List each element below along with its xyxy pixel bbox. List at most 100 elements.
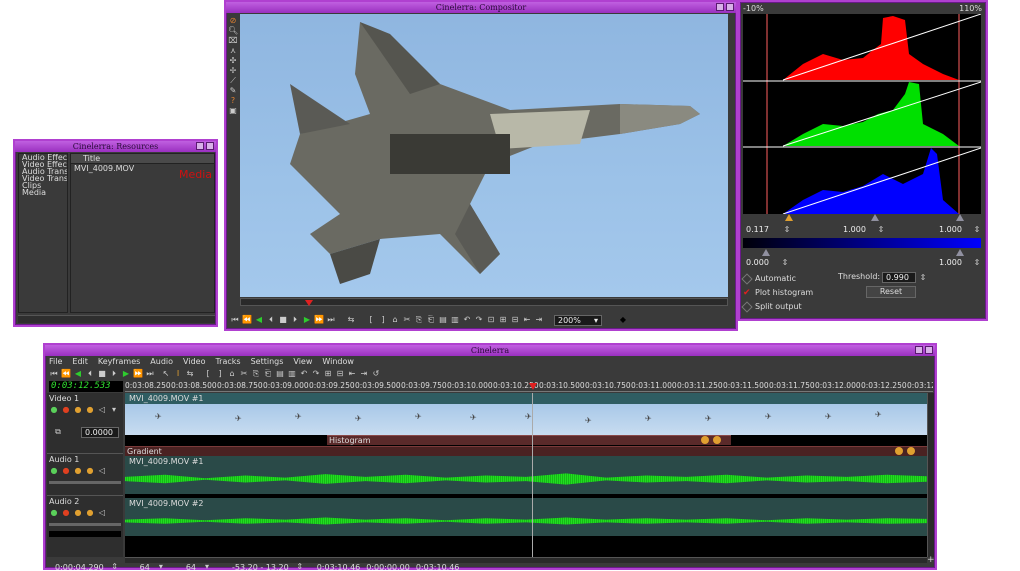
frame-back-icon[interactable]: ⏴ [266,315,276,325]
fade-field[interactable]: 0.0000 [81,427,119,438]
effect-search-icon[interactable] [895,447,903,455]
camera-icon[interactable]: ✣ [228,56,238,66]
playhead-marker-icon[interactable] [529,383,537,390]
output-max-field[interactable]: 1.000 [936,258,970,269]
fast-forward-icon[interactable]: ⏩ [133,369,143,379]
mode-icon[interactable]: ⧉ [53,427,63,437]
jump-end-icon[interactable]: ⏭ [326,315,336,325]
close-button[interactable] [726,3,734,11]
zoom-select[interactable]: 200% ▾ [554,314,602,326]
play-icon[interactable]: ▶ [121,369,131,379]
splice-icon[interactable]: ▥ [450,315,460,325]
ibeam-tool-icon[interactable]: I [173,369,183,379]
input-max-field[interactable]: 1.000 [936,225,970,236]
mask-icon[interactable]: ⌧ [228,36,238,46]
output-min-field[interactable]: 0.000 [743,258,779,269]
threshold-spinner-icon[interactable]: ⇕ [918,273,928,283]
to-clip-icon[interactable]: ⊡ [486,315,496,325]
menu-settings[interactable]: Settings [251,357,284,367]
minimize-button[interactable] [196,142,204,150]
frame-back-icon[interactable]: ⏴ [85,369,95,379]
play-icon[interactable]: ▶ [302,315,312,325]
input-min-spinner-icon[interactable]: ⇕ [782,225,792,235]
undo-icon[interactable]: ↶ [462,315,472,325]
projector-icon[interactable]: ✢ [228,66,238,76]
close-button[interactable] [925,346,933,354]
reset-button[interactable]: Reset [866,286,916,298]
menu-edit[interactable]: Edit [72,357,88,367]
minimize-button[interactable] [716,3,724,11]
auto-icon[interactable]: ↺ [371,369,381,379]
ruler-icon[interactable]: ⋏ [228,46,238,56]
play-track-icon[interactable]: ● [49,405,59,415]
reverse-play-icon[interactable]: ◀ [254,315,264,325]
toggle-icon[interactable]: ⊟ [335,369,345,379]
folder-audio-effects[interactable]: Audio Effects [19,154,67,161]
folder-media[interactable]: Media [19,189,67,197]
menu-window[interactable]: Window [322,357,354,367]
input-mid-field[interactable]: 1.000 [840,225,876,236]
resources-titlebar[interactable]: Cinelerra: Resources [15,141,216,152]
record-track-icon[interactable]: ● [61,508,71,518]
crop-icon[interactable]: ⟋ [228,76,238,86]
reverse-play-icon[interactable]: ◀ [73,369,83,379]
output-min-spinner-icon[interactable]: ⇕ [780,258,790,268]
input-slider-track[interactable] [743,214,981,222]
cut-icon[interactable]: ✂ [402,315,412,325]
menu-audio[interactable]: Audio [150,357,173,367]
input-mid-spinner-icon[interactable]: ⇕ [876,225,886,235]
paste-icon[interactable]: ⎗ [263,369,273,379]
audio2-clip[interactable]: MVI_4009.MOV #2 [125,498,927,536]
protect-icon[interactable]: ⊘ [228,16,238,26]
audio1-track-title[interactable]: Audio 1 [49,455,79,464]
playhead-marker-icon[interactable] [305,300,313,306]
effect-settings-icon[interactable] [713,436,721,444]
redo-icon[interactable]: ↷ [311,369,321,379]
audio2-track-title[interactable]: Audio 2 [49,497,79,506]
draw-icon[interactable]: ● [85,405,95,415]
fit-icon[interactable]: ⊞ [498,315,508,325]
loop-icon[interactable]: ⇆ [346,315,356,325]
draw-icon[interactable]: ● [85,466,95,476]
next-label-icon[interactable]: ⇥ [534,315,544,325]
redo-icon[interactable]: ↷ [474,315,484,325]
audio2-fader[interactable] [49,523,121,526]
cut-icon[interactable]: ✂ [239,369,249,379]
compositor-titlebar[interactable]: Cinelerra: Compositor [226,2,736,13]
prev-label-icon[interactable]: ⇤ [347,369,357,379]
in-point-icon[interactable]: [ [366,315,376,325]
overwrite-icon[interactable]: ▤ [275,369,285,379]
time-clock[interactable]: 0:03:12.533 [49,381,123,392]
fast-reverse-icon[interactable]: ⏪ [61,369,71,379]
jump-end-icon[interactable]: ⏭ [145,369,155,379]
main-titlebar[interactable]: Cinelerra [45,345,935,356]
folder-audio-transitions[interactable]: Audio Transitions [19,168,67,175]
overwrite-icon[interactable]: ▤ [438,315,448,325]
play-track-icon[interactable]: ● [49,466,59,476]
video1-track-title[interactable]: Video 1 [49,394,79,403]
record-track-icon[interactable]: ● [61,405,71,415]
mute-icon[interactable]: ◁ [97,466,107,476]
effect-search-icon[interactable] [701,436,709,444]
mute-icon[interactable]: ◁ [97,405,107,415]
stop-icon[interactable]: ■ [278,315,288,325]
in-point-icon[interactable]: [ [203,369,213,379]
menu-tracks[interactable]: Tracks [215,357,240,367]
label-icon[interactable]: ⌂ [227,369,237,379]
gang-icon[interactable]: ● [73,466,83,476]
rewind-start-icon[interactable]: ⏮ [230,315,240,325]
fast-forward-icon[interactable]: ⏩ [314,315,324,325]
plot-histogram-checkbox[interactable]: ✔ Plot histogram [743,288,813,297]
play-track-icon[interactable]: ● [49,508,59,518]
menu-view[interactable]: View [293,357,312,367]
toggle-icon[interactable]: ⊟ [510,315,520,325]
audio1-fader[interactable] [49,481,121,484]
paste-icon[interactable]: ⎗ [426,315,436,325]
out-point-icon[interactable]: ] [215,369,225,379]
input-mid-handle-icon[interactable] [871,214,879,221]
menu-keyframes[interactable]: Keyframes [98,357,140,367]
frame-forward-icon[interactable]: ⏵ [109,369,119,379]
next-label-icon[interactable]: ⇥ [359,369,369,379]
input-max-spinner-icon[interactable]: ⇕ [972,225,982,235]
label-icon[interactable]: ⌂ [390,315,400,325]
